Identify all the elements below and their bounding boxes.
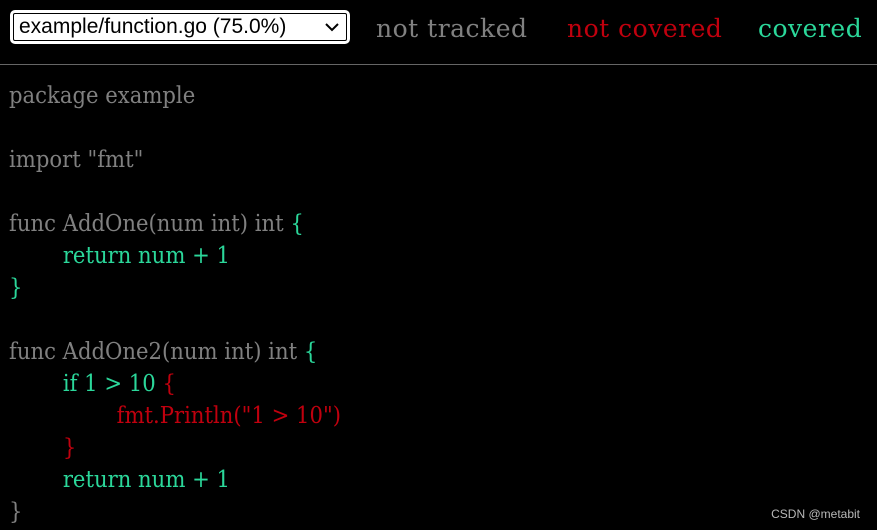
code-line: return num + 1 [9, 464, 341, 496]
code-not-tracked [9, 467, 63, 493]
code-not-tracked: func AddOne(num int) int [9, 211, 291, 237]
code-line: func AddOne(num int) int { [9, 208, 341, 240]
code-not-tracked: import "fmt" [9, 147, 144, 173]
code-not-covered: } [62, 435, 77, 461]
watermark: CSDN @metabit [771, 507, 860, 521]
code-covered: } [9, 275, 23, 301]
legend-covered: covered [758, 14, 863, 43]
code-not-tracked [9, 435, 63, 461]
code-not-tracked: } [9, 499, 23, 525]
code-not-tracked [9, 403, 117, 429]
code-covered: if 1 > 10 [62, 371, 163, 397]
code-line: if 1 > 10 { [9, 368, 341, 400]
code-line: } [9, 432, 341, 464]
legend-not-tracked: not tracked [376, 14, 528, 43]
source-code: package example import "fmt" func AddOne(n… [9, 80, 341, 528]
file-select-dropdown[interactable]: example/function.go (75.0%) [10, 10, 350, 44]
code-line: fmt.Println("1 > 10") [9, 400, 341, 432]
code-line: import "fmt" [9, 144, 341, 176]
code-line: } [9, 272, 341, 304]
code-line: return num + 1 [9, 240, 341, 272]
code-line: func AddOne2(num int) int { [9, 336, 341, 368]
code-covered: return num + 1 [62, 243, 231, 269]
code-covered: { [303, 339, 318, 365]
code-not-covered: { [162, 371, 176, 397]
chevron-down-icon [325, 23, 339, 32]
file-select-value: example/function.go (75.0%) [19, 15, 287, 38]
code-not-tracked [9, 371, 63, 397]
code-not-tracked: package example [9, 83, 196, 109]
code-line: package example [9, 80, 341, 112]
legend-not-covered: not covered [567, 14, 723, 43]
code-not-tracked: func AddOne2(num int) int [9, 339, 304, 365]
topbar: example/function.go (75.0%) not tracked … [0, 0, 877, 65]
code-not-tracked [9, 243, 63, 269]
code-not-covered: fmt.Println("1 > 10") [116, 403, 341, 429]
code-line: } [9, 496, 341, 528]
code-covered: { [290, 211, 304, 237]
code-covered: return num + 1 [62, 467, 231, 493]
